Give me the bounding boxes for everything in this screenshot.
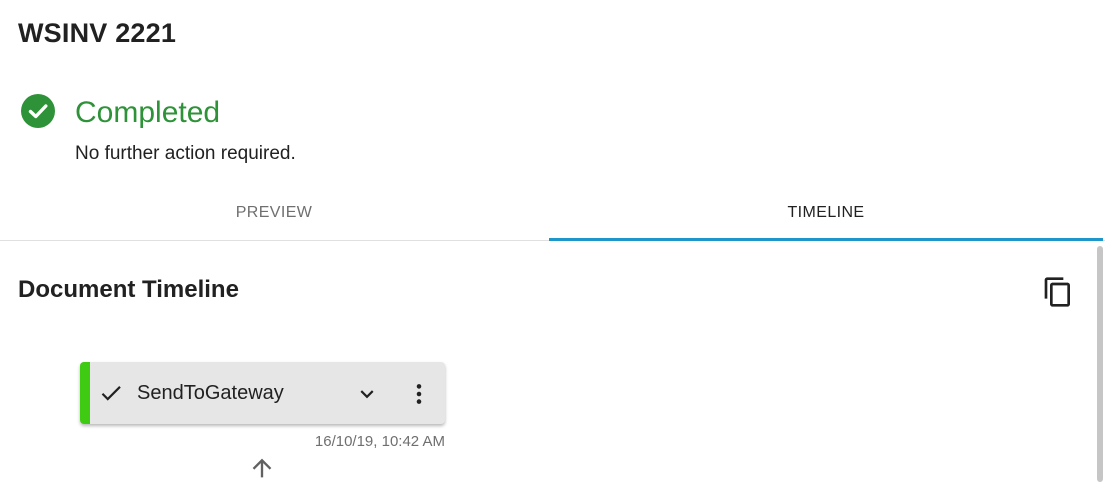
document-detail-page: WSINV 2221 Completed No further action r… [0, 0, 1105, 482]
tab-timeline[interactable]: TIMELINE [549, 186, 1103, 240]
more-vert-icon[interactable] [406, 381, 432, 407]
check-circle-icon [21, 94, 55, 128]
vertical-scrollbar[interactable] [1097, 246, 1103, 482]
page-title: WSINV 2221 [18, 18, 177, 48]
check-icon [101, 386, 121, 401]
copy-icon[interactable] [1042, 276, 1074, 308]
timeline-title: Document Timeline [18, 276, 239, 303]
event-name: SendToGateway [137, 382, 284, 404]
status-subtitle: No further action required. [75, 143, 296, 164]
event-timestamp: 16/10/19, 10:42 AM [314, 433, 445, 450]
chevron-down-icon[interactable] [354, 381, 380, 407]
active-tab-indicator [549, 238, 1103, 241]
tab-bar: PREVIEW TIMELINE [0, 186, 1105, 241]
timeline-event-card[interactable]: SendToGateway [80, 362, 445, 424]
status-title: Completed [75, 96, 221, 129]
arrow-up-icon [252, 458, 272, 478]
event-status-bar [80, 362, 90, 424]
tab-preview[interactable]: PREVIEW [0, 186, 548, 240]
